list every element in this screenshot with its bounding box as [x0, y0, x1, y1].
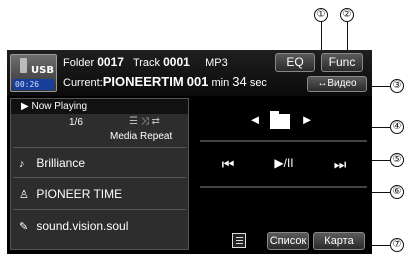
audio-screen: USB 00:26 Folder 0017 Track 0001 MP3 Cur…: [7, 50, 372, 254]
callout-7: ⑦: [390, 238, 404, 252]
folder-number: 0017: [97, 55, 124, 69]
artist-name: PIONEER TIME: [36, 187, 123, 201]
callout-1: ①: [314, 8, 328, 22]
folder-next-button[interactable]: ►: [297, 112, 317, 127]
divider: [13, 177, 186, 178]
divider: [13, 209, 186, 210]
now-playing-header: ▶ Now Playing: [11, 99, 188, 114]
callout-2: ②: [340, 8, 354, 22]
divider: [13, 147, 186, 148]
status-bar: USB 00:26 Folder 0017 Track 0001 MP3 Cur…: [7, 50, 372, 96]
seconds-value: 34: [232, 74, 247, 89]
folder-prev-button[interactable]: ◄: [245, 112, 265, 127]
current-file-row: Current:PIONEERTIM 001 min 34 sec: [63, 74, 267, 89]
controls-row-divider: [200, 186, 367, 188]
repeat-mode: Media Repeat: [110, 131, 173, 142]
callout-3: ③: [390, 79, 404, 93]
sec-label: sec: [249, 77, 267, 89]
folder-label: Folder: [63, 57, 95, 69]
file-format: MP3: [205, 57, 228, 69]
current-file: PIONEERTIM: [102, 74, 184, 89]
current-index: 001: [186, 74, 209, 89]
usb-icon: [20, 58, 27, 73]
track-number: 0001: [163, 55, 190, 69]
current-label: Current:: [63, 77, 103, 89]
source-label: USB: [31, 65, 54, 76]
eq-button[interactable]: EQ: [275, 53, 315, 72]
album-row: ✎ sound.vision.soul: [19, 219, 128, 233]
album-icon: ✎: [19, 221, 29, 233]
folder-controls: ◄ ►: [200, 106, 367, 142]
callout-4: ④: [390, 120, 404, 134]
music-note-icon: ♪: [19, 158, 25, 170]
callout-6: ⑥: [390, 185, 404, 199]
playback-controls: ⏮ ▶/II ⏭: [200, 148, 367, 188]
list-icon[interactable]: [232, 233, 246, 248]
list-button[interactable]: Список: [267, 232, 309, 250]
next-track-button[interactable]: ⏭: [322, 156, 358, 173]
track-count: 1/6: [69, 117, 83, 128]
folder-icon: [270, 111, 290, 129]
artist-icon: ♙: [19, 189, 29, 201]
artist-row: ♙ PIONEER TIME: [19, 187, 122, 201]
source-badge: USB 00:26: [10, 54, 57, 92]
callout-5: ⑤: [390, 153, 404, 167]
min-label: min: [211, 77, 230, 89]
play-pause-button[interactable]: ▶/II: [264, 156, 304, 170]
title-row: ♪ Brilliance: [19, 156, 85, 170]
map-button[interactable]: Карта: [313, 232, 365, 250]
song-title: Brilliance: [36, 156, 86, 170]
folder-track-row: Folder 0017 Track 0001 MP3: [63, 55, 228, 69]
prev-track-button[interactable]: ⏮: [210, 156, 246, 173]
track-label: Track: [132, 57, 161, 69]
now-playing-panel: ▶ Now Playing 1/6 ☰ ⤨ ⇄ Media Repeat ♪ B…: [10, 98, 189, 250]
album-name: sound.vision.soul: [36, 219, 129, 233]
elapsed-time: 00:26: [13, 79, 54, 90]
folder-row-divider: [200, 140, 367, 142]
func-button[interactable]: Func: [321, 53, 363, 72]
video-button[interactable]: ↔Видео: [307, 76, 367, 92]
repeat-shuffle-icon: ☰ ⤨ ⇄: [129, 116, 160, 127]
